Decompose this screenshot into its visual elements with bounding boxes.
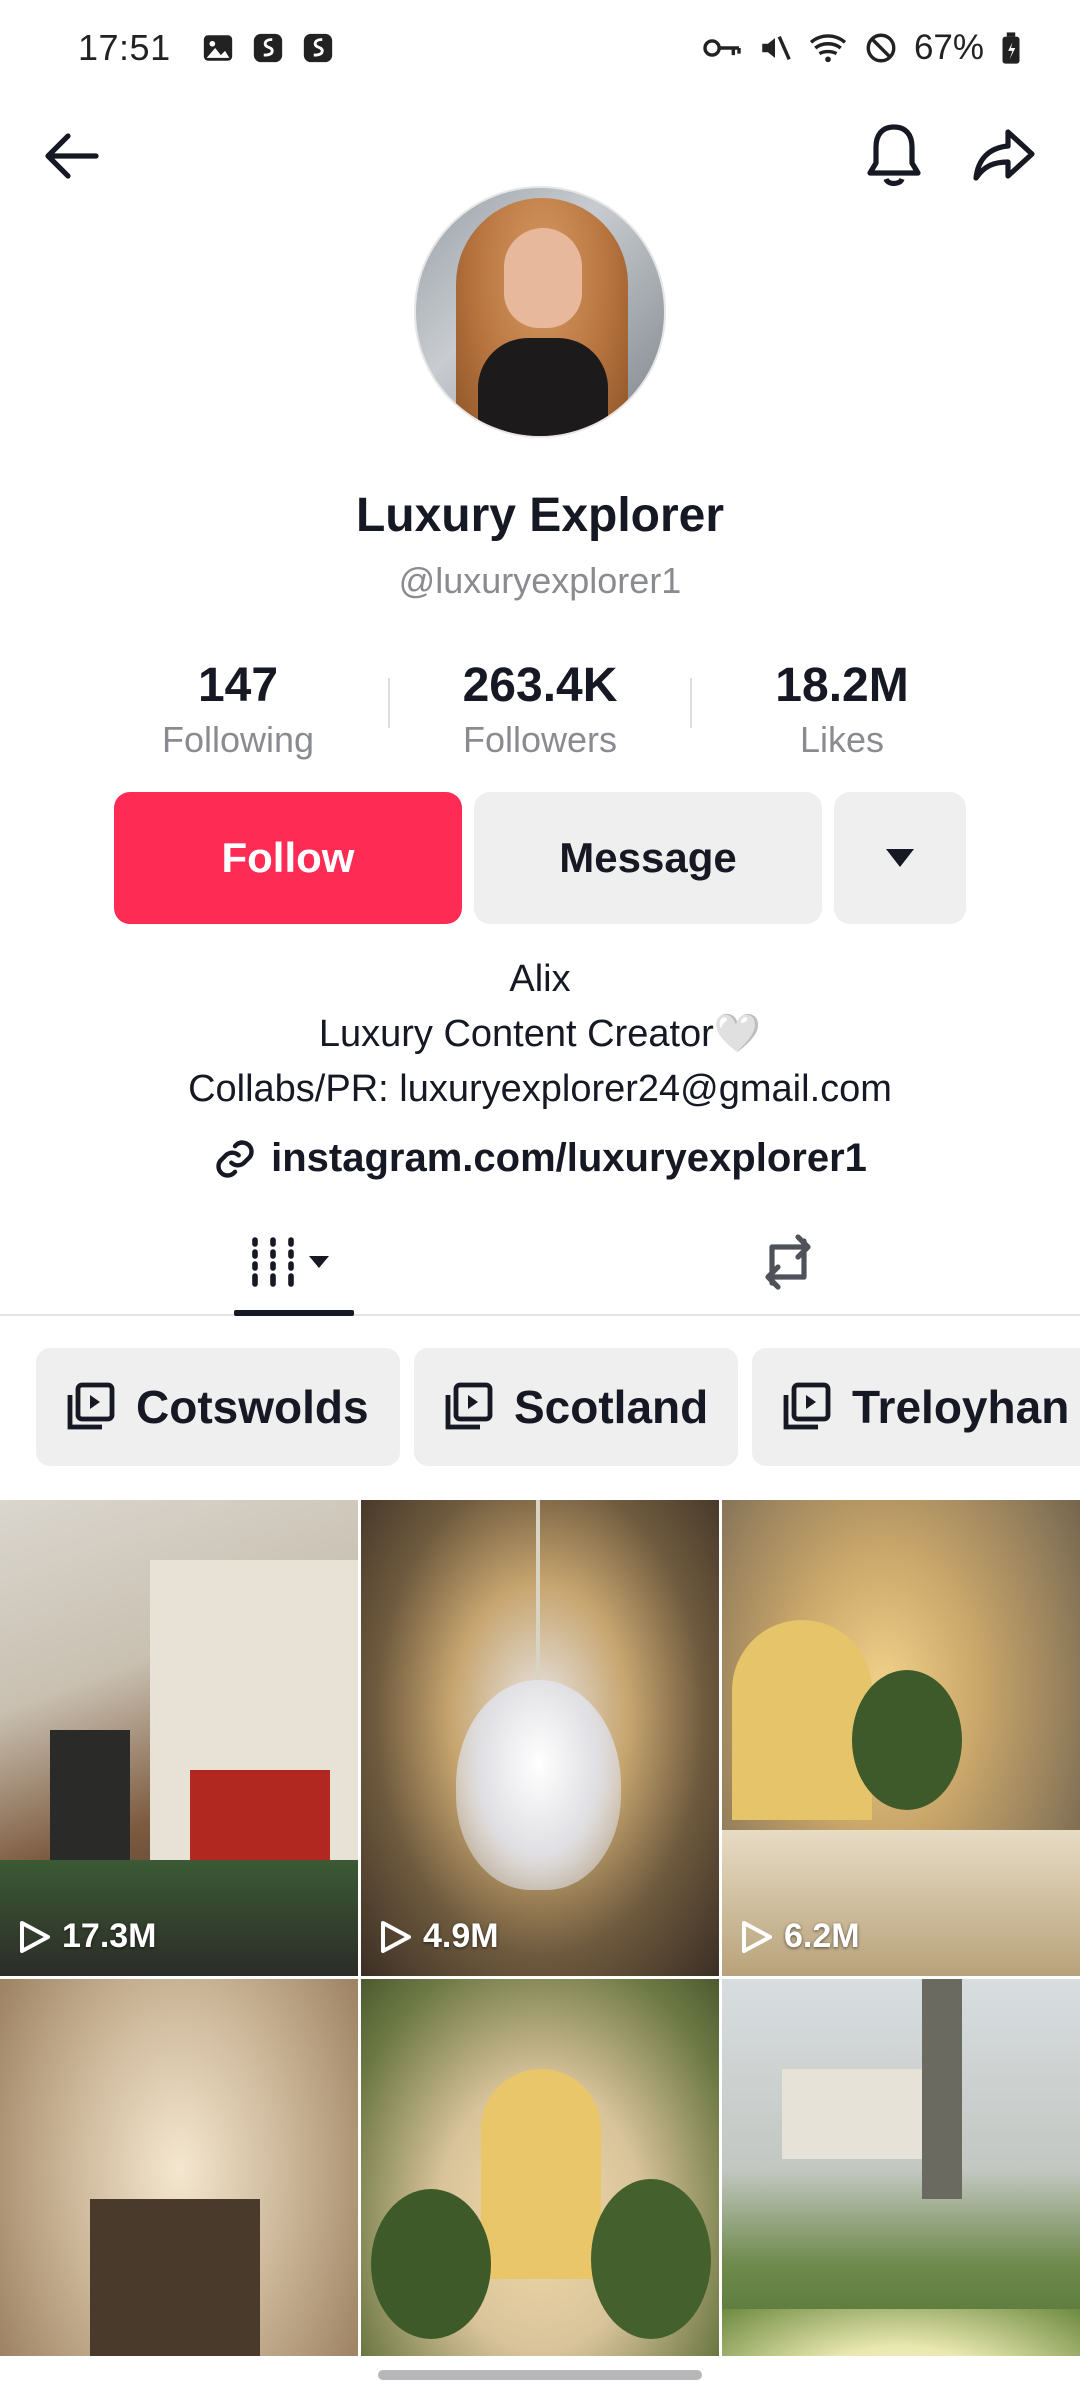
view-count: 4.9M [379,1917,499,1956]
repost-icon [765,1234,811,1290]
video-thumbnail[interactable] [361,1979,719,2356]
playlist-label: Cotswolds [136,1381,369,1433]
play-icon [742,1920,772,1953]
fireplace [90,2199,260,2356]
video-grid: 17.3M 4.9M 6.2M [0,1500,1080,2356]
bio-line-name: Alix [509,958,571,1000]
bell-icon [867,124,921,187]
content-tabs [0,1210,1080,1316]
arrow-left-icon [45,133,99,179]
status-left: 17:51 [78,27,335,69]
golden-alcove [481,2069,601,2279]
status-bar: 17:51 67% [0,0,1080,96]
play-icon [381,1920,411,1953]
stat-divider [690,678,692,728]
gesture-bar[interactable] [378,2370,702,2380]
share-arrow-icon [973,129,1035,181]
palm-plant [852,1670,962,1810]
dnd-icon [866,33,896,63]
playlist-row: Cotswolds Scotland Treloyhan [36,1348,1080,1466]
video-thumbnail[interactable] [722,1979,1080,2356]
castle [782,2069,942,2159]
app-s-icon [253,33,282,63]
playlist-label: Treloyhan [852,1381,1070,1433]
playlist-chip-scotland[interactable]: Scotland [414,1348,738,1466]
avatar-clothes [478,338,608,436]
stat-followers[interactable]: 263.4K Followers [410,656,670,764]
palm-plant [371,2189,491,2339]
active-tab-indicator [234,1310,354,1316]
video-thumbnail[interactable]: 4.9M [361,1500,719,1976]
image-icon [203,35,232,61]
profile-stats: 147 Following 263.4K Followers 18.2M Lik… [0,656,1080,766]
display-name: Luxury Explorer [355,489,725,542]
mute-icon [762,35,791,61]
likes-count: 18.2M [775,659,909,712]
video-thumbnail[interactable] [0,1979,358,2356]
more-options-button[interactable] [834,792,966,924]
status-right: 67% [702,28,1022,68]
golden-alcove [732,1620,872,1820]
follow-button[interactable]: Follow [114,792,462,924]
wifi-icon [809,34,847,63]
playlist-icon [67,1382,115,1430]
view-count-text: 4.9M [423,1917,499,1955]
play-icon [20,1920,50,1953]
share-button[interactable] [958,110,1050,202]
playlist-chip-cotswolds[interactable]: Cotswolds [36,1348,400,1466]
stat-likes[interactable]: 18.2M Likes [712,656,972,764]
followers-label: Followers [462,719,618,760]
likes-label: Likes [799,719,885,760]
grid-bars-icon [252,1237,329,1287]
tree-trunk [922,1979,962,2199]
stat-divider [388,678,390,728]
following-label: Following [161,719,315,760]
playlist-chip-treloyhan[interactable]: Treloyhan [752,1348,1080,1466]
avatar[interactable] [414,186,666,438]
username-handle: @luxuryexplorer1 [398,560,682,601]
bio-link[interactable]: instagram.com/luxuryexplorer1 [0,1136,1080,1181]
back-button[interactable] [26,110,118,202]
bio-link-text: instagram.com/luxuryexplorer1 [271,1136,867,1180]
battery-percent: 67% [913,28,984,67]
avatar-face [504,228,582,328]
caret-down-icon [886,849,914,867]
tab-videos[interactable] [234,1210,354,1316]
chandelier [456,1680,621,1890]
notifications-button[interactable] [848,110,940,202]
playlist-label: Scotland [514,1381,709,1433]
link-icon [216,1139,254,1178]
status-time: 17:51 [78,27,171,68]
bio: Alix Luxury Content Creator🤍 Collabs/PR:… [0,952,1080,1117]
view-count: 17.3M [18,1917,157,1956]
view-count-text: 17.3M [62,1917,157,1955]
bio-line-tagline: Luxury Content Creator🤍 [318,1013,762,1055]
followers-count: 263.4K [462,659,618,712]
video-thumbnail[interactable]: 6.2M [722,1500,1080,1976]
message-button[interactable]: Message [474,792,822,924]
app-s-icon [303,33,332,63]
stat-following[interactable]: 147 Following [108,656,368,764]
view-count-text: 6.2M [784,1917,860,1955]
chandelier-chain [536,1500,540,1690]
playlist-icon [445,1382,493,1430]
daffodil-field [722,2309,1080,2356]
battery-icon [1002,32,1020,64]
playlist-icon [783,1382,831,1430]
bio-line-contact: Collabs/PR: luxuryexplorer24@gmail.com [188,1068,892,1110]
view-count: 6.2M [740,1917,860,1956]
tab-reposts[interactable] [728,1210,848,1314]
following-count: 147 [197,659,279,712]
vpn-key-icon [703,39,741,57]
video-thumbnail[interactable]: 17.3M [0,1500,358,1976]
storefront-window [190,1770,330,1870]
palm-plant [591,2179,711,2339]
